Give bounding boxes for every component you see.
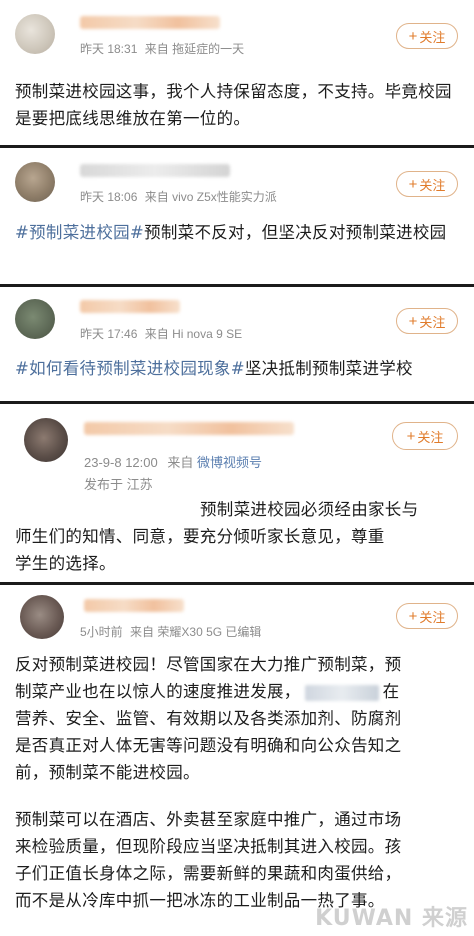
post-source: 拖延症的一天 — [172, 42, 245, 56]
avatar[interactable] — [15, 299, 55, 339]
post-text-segment: 在 — [382, 682, 400, 701]
post-text-body: 预制菜不反对，但坚决反对预制菜进校园 — [144, 223, 447, 242]
source-prefix: 来自 — [167, 455, 194, 470]
post-text: 反对预制菜进校园！尽管国家在大力推广预制菜，预 制菜产业也在以惊人的速度推进发展… — [15, 651, 462, 914]
post-text-line: 预制菜可以在酒店、外卖甚至家庭中推广，通过市场 — [15, 810, 402, 829]
post-time: 5小时前 — [80, 625, 123, 639]
follow-button[interactable]: + 关注 — [396, 603, 458, 629]
post-text: 预制菜进校园这事，我个人持保留态度，不支持。毕竟校园是要把底线思维放在第一位的。 — [15, 82, 452, 128]
post-text-line: 师生们的知情、同意，要充分倾听家长意见，尊重 — [15, 527, 385, 546]
post-meta: 昨天 17:46 来自 Hi nova 9 SE — [80, 325, 242, 342]
post-text-line: 前，预制菜不能进校园。 — [15, 763, 200, 782]
plus-icon: + — [408, 27, 418, 45]
redacted-text — [304, 684, 379, 701]
hashtag-link[interactable]: #预制菜进校园# — [15, 223, 144, 242]
post-text-line: 制菜产业也在以惊人的速度推进发展， 在 — [15, 678, 462, 705]
watermark: KUWAN 来源 — [315, 906, 468, 931]
avatar[interactable] — [20, 595, 64, 639]
post-location: 发布于 江苏 — [84, 477, 153, 492]
post-text-segment: 制菜产业也在以惊人的速度推进发展， — [15, 682, 301, 701]
post-meta: 昨天 18:06 来自 vivo Z5x性能实力派 — [80, 188, 277, 205]
post-meta: 昨天 18:31 来自 拖延症的一天 — [80, 40, 244, 57]
comment-feed: 昨天 18:31 来自 拖延症的一天 + 关注 预制菜进校园这事，我个人持保留态… — [0, 0, 474, 936]
post-text-line: 是否真正对人体无害等问题没有明确和向公众告知之 — [15, 736, 402, 755]
username-blurred[interactable] — [84, 599, 184, 612]
post-card: 5小时前 来自 荣耀X30 5G 已编辑 + 关注 反对预制菜进校园！尽管国家在… — [0, 585, 474, 936]
plus-icon: + — [408, 607, 418, 625]
post-text: 预制菜进校园必须经由家长与 师生们的知情、同意，要充分倾听家长意见，尊重 学生的… — [15, 496, 462, 577]
hashtag-link[interactable]: #如何看待预制菜进校园现象# — [15, 359, 245, 378]
avatar[interactable] — [15, 162, 55, 202]
source-prefix: 来自 — [144, 42, 169, 56]
post-source: vivo Z5x性能实力派 — [172, 190, 277, 204]
post-time: 昨天 18:31 — [80, 42, 138, 56]
post-card: 昨天 17:46 来自 Hi nova 9 SE + 关注 #如何看待预制菜进校… — [0, 287, 474, 401]
post-text-line: 反对预制菜进校园！尽管国家在大力推广预制菜，预 — [15, 655, 402, 674]
post-meta: 23-9-8 12:00 来自 微博视频号 — [84, 452, 262, 471]
post-text-line: 营养、安全、监管、有效期以及各类添加剂、防腐剂 — [15, 709, 402, 728]
follow-label: 关注 — [419, 314, 446, 330]
follow-label: 关注 — [419, 29, 446, 45]
follow-label: 关注 — [419, 177, 446, 193]
post-card: 昨天 18:06 来自 vivo Z5x性能实力派 + 关注 #预制菜进校园#预… — [0, 148, 474, 284]
post-meta: 5小时前 来自 荣耀X30 5G 已编辑 — [80, 623, 261, 640]
source-prefix: 来自 — [130, 625, 155, 639]
username-blurred[interactable] — [80, 164, 230, 177]
follow-button[interactable]: + 关注 — [396, 308, 458, 334]
follow-label: 关注 — [419, 609, 446, 625]
source-prefix: 来自 — [144, 327, 169, 341]
post-text-body: 坚决抵制预制菜进学校 — [244, 359, 413, 378]
plus-icon: + — [408, 175, 418, 193]
post-text-line: 预制菜进校园必须经由家长与 — [200, 500, 419, 519]
post-text-line: 子们正值长身体之际，需要新鲜的果蔬和肉蛋供给， — [15, 864, 402, 883]
post-source-link[interactable]: 微博视频号 — [197, 455, 262, 470]
post-text-line: 来检验质量，但现阶段应当坚决抵制其进入校园。孩 — [15, 837, 402, 856]
follow-button[interactable]: + 关注 — [396, 23, 458, 49]
follow-button[interactable]: + 关注 — [396, 171, 458, 197]
post-time: 昨天 17:46 — [80, 327, 138, 341]
follow-button[interactable]: + 关注 — [392, 422, 458, 450]
plus-icon: + — [408, 312, 418, 330]
avatar[interactable] — [15, 14, 55, 54]
post-text-line: 学生的选择。 — [15, 554, 116, 573]
post-text: #预制菜进校园#预制菜不反对，但坚决反对预制菜进校园 — [15, 219, 462, 246]
username-blurred[interactable] — [80, 16, 220, 29]
post-time: 昨天 18:06 — [80, 190, 138, 204]
plus-icon: + — [406, 427, 416, 445]
username-blurred[interactable] — [84, 422, 294, 435]
follow-label: 关注 — [417, 429, 444, 445]
avatar[interactable] — [24, 418, 68, 462]
source-prefix: 来自 — [144, 190, 169, 204]
post-card: 23-9-8 12:00 来自 微博视频号 发布于 江苏 + 关注 预制菜进校园… — [0, 404, 474, 582]
post-card: 昨天 18:31 来自 拖延症的一天 + 关注 预制菜进校园这事，我个人持保留态… — [0, 0, 474, 145]
post-source: Hi nova 9 SE — [172, 327, 243, 341]
post-time: 23-9-8 12:00 — [84, 455, 158, 470]
post-text: #如何看待预制菜进校园现象#坚决抵制预制菜进学校 — [15, 355, 462, 382]
post-source: 荣耀X30 5G 已编辑 — [157, 625, 262, 639]
username-blurred[interactable] — [80, 300, 180, 313]
